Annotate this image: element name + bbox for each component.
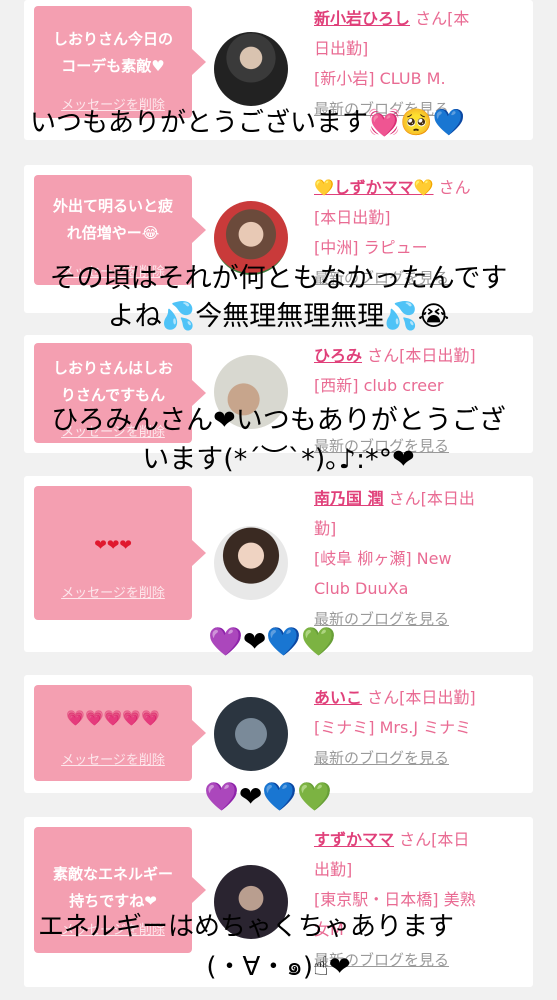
overlay-caption-1: いつもありがとうございます💓🥺💙 bbox=[30, 108, 466, 138]
status-text-2: 日出勤] bbox=[314, 39, 369, 58]
status-text: さん[本日出勤] bbox=[367, 346, 476, 365]
user-name-link[interactable]: あいこ bbox=[314, 688, 362, 707]
message-bubble: しおりさん今日の コーデも素敵♥ メッセージを削除 bbox=[34, 6, 206, 118]
status-text-2: [本日出勤] bbox=[314, 208, 391, 227]
overlay-caption-6a: エネルギーはめちゃくちゃあります bbox=[38, 912, 455, 942]
store-area: [ミナミ] Mrs.J ミナミ bbox=[314, 718, 472, 737]
store-area: [西新] club creer bbox=[314, 376, 444, 395]
store-area: [中洲] ラピュー bbox=[314, 238, 428, 257]
overlay-caption-2b: よね💦今無理無理無理💦😭 bbox=[107, 301, 450, 332]
user-name-link[interactable]: 💛しずかママ💛 bbox=[314, 178, 434, 197]
store-area: [新小岩] CLUB M. bbox=[314, 69, 446, 88]
message-text: ❤❤❤ bbox=[94, 536, 132, 554]
user-name-link[interactable]: ひろみ bbox=[314, 346, 362, 365]
user-info: 南乃国 潤 さん[本日出 勤] [岐阜 柳ヶ瀬] New Club DuuXa … bbox=[314, 484, 524, 634]
overlay-caption-3a: ひろみんさん❤いつもありがとうござ bbox=[51, 405, 506, 436]
message-text: 外出て明るいと疲 れ倍増やー😂 bbox=[52, 197, 173, 242]
status-text: さん[本 bbox=[415, 9, 470, 28]
user-name-link[interactable]: 南乃国 潤 bbox=[314, 489, 384, 508]
message-text: しおりさん今日の コーデも素敵♥ bbox=[52, 30, 173, 75]
status-text-2: 勤] bbox=[314, 519, 337, 538]
user-name-link[interactable]: 新小岩ひろし bbox=[314, 9, 410, 28]
message-card-5: 💗💗💗💗💗 メッセージを削除 あいこ さん[本日出勤] [ミナミ] Mrs.J … bbox=[24, 675, 533, 793]
status-text: さん[本日出勤] bbox=[367, 688, 476, 707]
message-bubble: 💗💗💗💗💗 メッセージを削除 bbox=[34, 685, 206, 781]
overlay-hearts-2: 💜❤💙💚 bbox=[204, 780, 333, 813]
delete-message-link[interactable]: メッセージを削除 bbox=[34, 582, 192, 601]
message-text: 素敵なエネルギー 持ちですね❤ bbox=[52, 865, 173, 910]
overlay-hearts-1: 💜❤💙💚 bbox=[208, 625, 337, 658]
message-text: 💗💗💗💗💗 bbox=[66, 709, 160, 727]
avatar[interactable] bbox=[214, 526, 288, 600]
store-area-2: Club DuuXa bbox=[314, 579, 409, 598]
status-text-2: 出勤] bbox=[314, 860, 353, 879]
latest-blog-link[interactable]: 最新のブログを見る bbox=[314, 749, 449, 767]
avatar[interactable] bbox=[214, 32, 288, 106]
delete-message-link[interactable]: メッセージを削除 bbox=[34, 749, 192, 768]
message-bubble: ❤❤❤ メッセージを削除 bbox=[34, 486, 206, 620]
store-area: [岐阜 柳ヶ瀬] New bbox=[314, 549, 452, 568]
status-text: さん[本日 bbox=[399, 830, 470, 849]
status-text: さん bbox=[438, 178, 471, 197]
store-area: [東京駅・日本橋] 美熟 bbox=[314, 890, 476, 909]
overlay-caption-6b: (・∀・๑)☝❤ bbox=[206, 952, 351, 982]
status-text: さん[本日出 bbox=[388, 489, 475, 508]
user-info: あいこ さん[本日出勤] [ミナミ] Mrs.J ミナミ 最新のブログを見る bbox=[314, 683, 524, 773]
message-text: しおりさんはしお りさんですもん bbox=[52, 359, 173, 404]
avatar[interactable] bbox=[214, 697, 288, 771]
overlay-caption-2a: その頃はそれが何ともなかったんです bbox=[49, 263, 508, 294]
overlay-caption-3b: います(*´︶`*)｡♪:*°❤ bbox=[142, 444, 415, 475]
user-name-link[interactable]: すずかママ bbox=[314, 830, 394, 849]
